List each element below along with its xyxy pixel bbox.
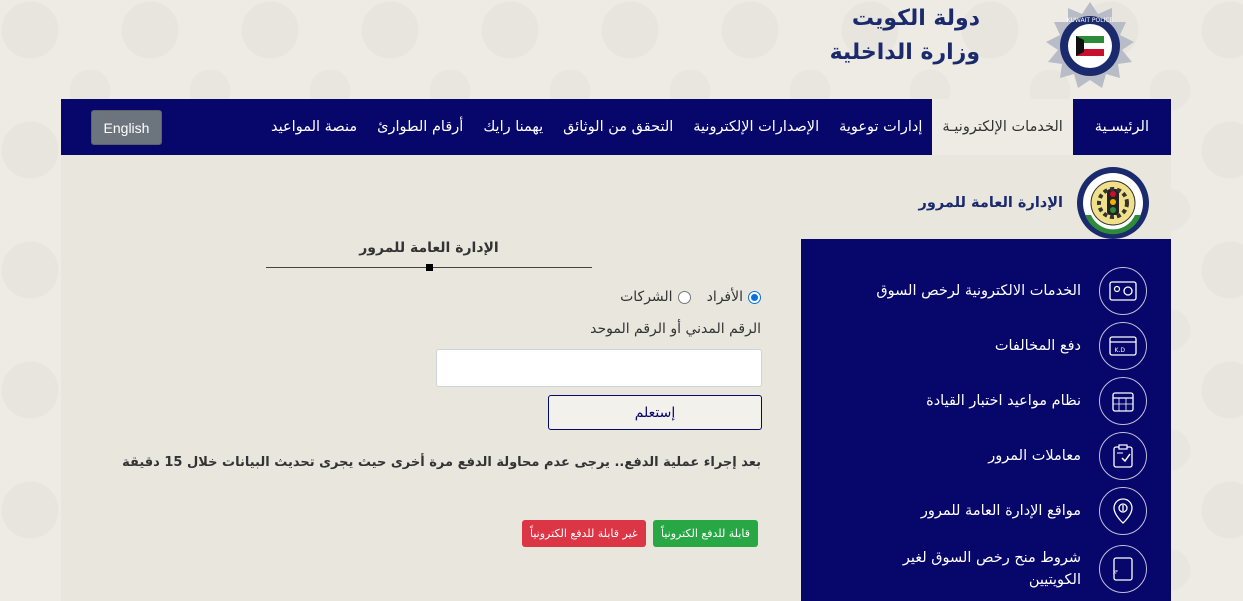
sidebar-item-label: نظام مواعيد اختبار القيادة [926, 393, 1081, 409]
sidebar-item-license-conditions-non-kuwaitis[interactable]: PDF شروط منح رخص السوق لغير الكويتيين [817, 544, 1147, 594]
traffic-department-logo [1077, 167, 1149, 239]
radio-companies-label: الشركات [620, 289, 673, 305]
svg-text:K.D: K.D [1115, 347, 1126, 354]
calendar-icon [1099, 377, 1147, 425]
clipboard-check-icon [1099, 432, 1147, 480]
sidebar-item-label: معاملات المرور [988, 448, 1081, 464]
query-button[interactable]: إستعلم [548, 395, 762, 430]
sidebar-item-label: دفع المخالفات [994, 338, 1081, 354]
radio-companies[interactable] [677, 290, 691, 304]
country-name: دولة الكويت [851, 6, 980, 31]
payment-note: بعد إجراء عملية الدفع.. يرجى عدم محاولة … [122, 455, 761, 470]
department-header: الإدارة العامة للمرور [919, 163, 1151, 243]
nav-awareness-departments[interactable]: إدارات توعوية [829, 99, 932, 155]
nav-emergency-numbers[interactable]: أرقام الطوارئ [367, 99, 473, 155]
payment-card-icon: K.D [1099, 322, 1147, 370]
title-underline-marker [426, 264, 433, 271]
nav-appointments-platform[interactable]: منصة المواعيد [261, 99, 367, 155]
sidebar-item-pay-violations[interactable]: K.D دفع المخالفات [817, 321, 1147, 371]
payable-electronically-badge: قابلة للدفع الكترونياً [653, 520, 758, 547]
nav-home[interactable]: الرئيسـية [1073, 99, 1171, 155]
nav-feedback[interactable]: يهمنا رايك [473, 99, 553, 155]
radio-individuals-label: الأفراد [706, 289, 743, 305]
logo-text: KUWAIT POLICE [1067, 17, 1114, 24]
content-panel: الإدارة العامة للمرور الخدمات الالكتروني… [61, 155, 1171, 601]
department-title: الإدارة العامة للمرور [918, 195, 1063, 211]
sidebar-item-department-locations[interactable]: مواقع الإدارة العامة للمرور [817, 486, 1147, 536]
nav-e-publications[interactable]: الإصدارات الإلكترونية [683, 99, 829, 155]
license-card-icon [1099, 267, 1147, 315]
pdf-document-icon: PDF [1099, 545, 1147, 593]
svg-text:PDF: PDF [1113, 570, 1118, 576]
ministry-name: وزارة الداخلية [829, 40, 980, 65]
nav-document-verification[interactable]: التحقق من الوثائق [553, 99, 683, 155]
location-pin-icon [1099, 487, 1147, 535]
user-type-radio-group: الأفراد الشركات [620, 289, 761, 305]
civil-id-label: الرقم المدني أو الرقم الموحد [590, 321, 761, 337]
not-payable-electronically-badge: غير قابلة للدفع الكترونياً [522, 520, 646, 547]
services-sidebar: الخدمات الالكترونية لرخص السوق K.D دفع ا… [801, 239, 1171, 601]
civil-id-input[interactable] [436, 349, 762, 387]
sidebar-item-license-services[interactable]: الخدمات الالكترونية لرخص السوق [817, 266, 1147, 316]
ministry-title: دولة الكويت وزارة الداخلية [830, 2, 980, 70]
sidebar-item-label: مواقع الإدارة العامة للمرور [920, 503, 1081, 519]
sidebar-item-label: الخدمات الالكترونية لرخص السوق [876, 283, 1081, 299]
radio-individuals-option[interactable]: الأفراد [707, 289, 761, 305]
sidebar-item-label: شروط منح رخص السوق لغير الكويتيين [902, 550, 1081, 588]
sidebar-item-traffic-transactions[interactable]: معاملات المرور [817, 431, 1147, 481]
sidebar-item-driving-test-appointments[interactable]: نظام مواعيد اختبار القيادة [817, 376, 1147, 426]
form-title: الإدارة العامة للمرور [359, 240, 499, 256]
radio-individuals[interactable] [748, 290, 761, 304]
kuwait-police-logo[interactable]: KUWAIT POLICE [1036, 0, 1144, 92]
english-language-button[interactable]: English [91, 110, 162, 145]
main-navbar: الرئيسـية الخدمات الإلكترونيـة إدارات تو… [61, 99, 1171, 155]
nav-e-services[interactable]: الخدمات الإلكترونيـة [932, 99, 1073, 155]
radio-companies-option[interactable]: الشركات [620, 289, 691, 305]
